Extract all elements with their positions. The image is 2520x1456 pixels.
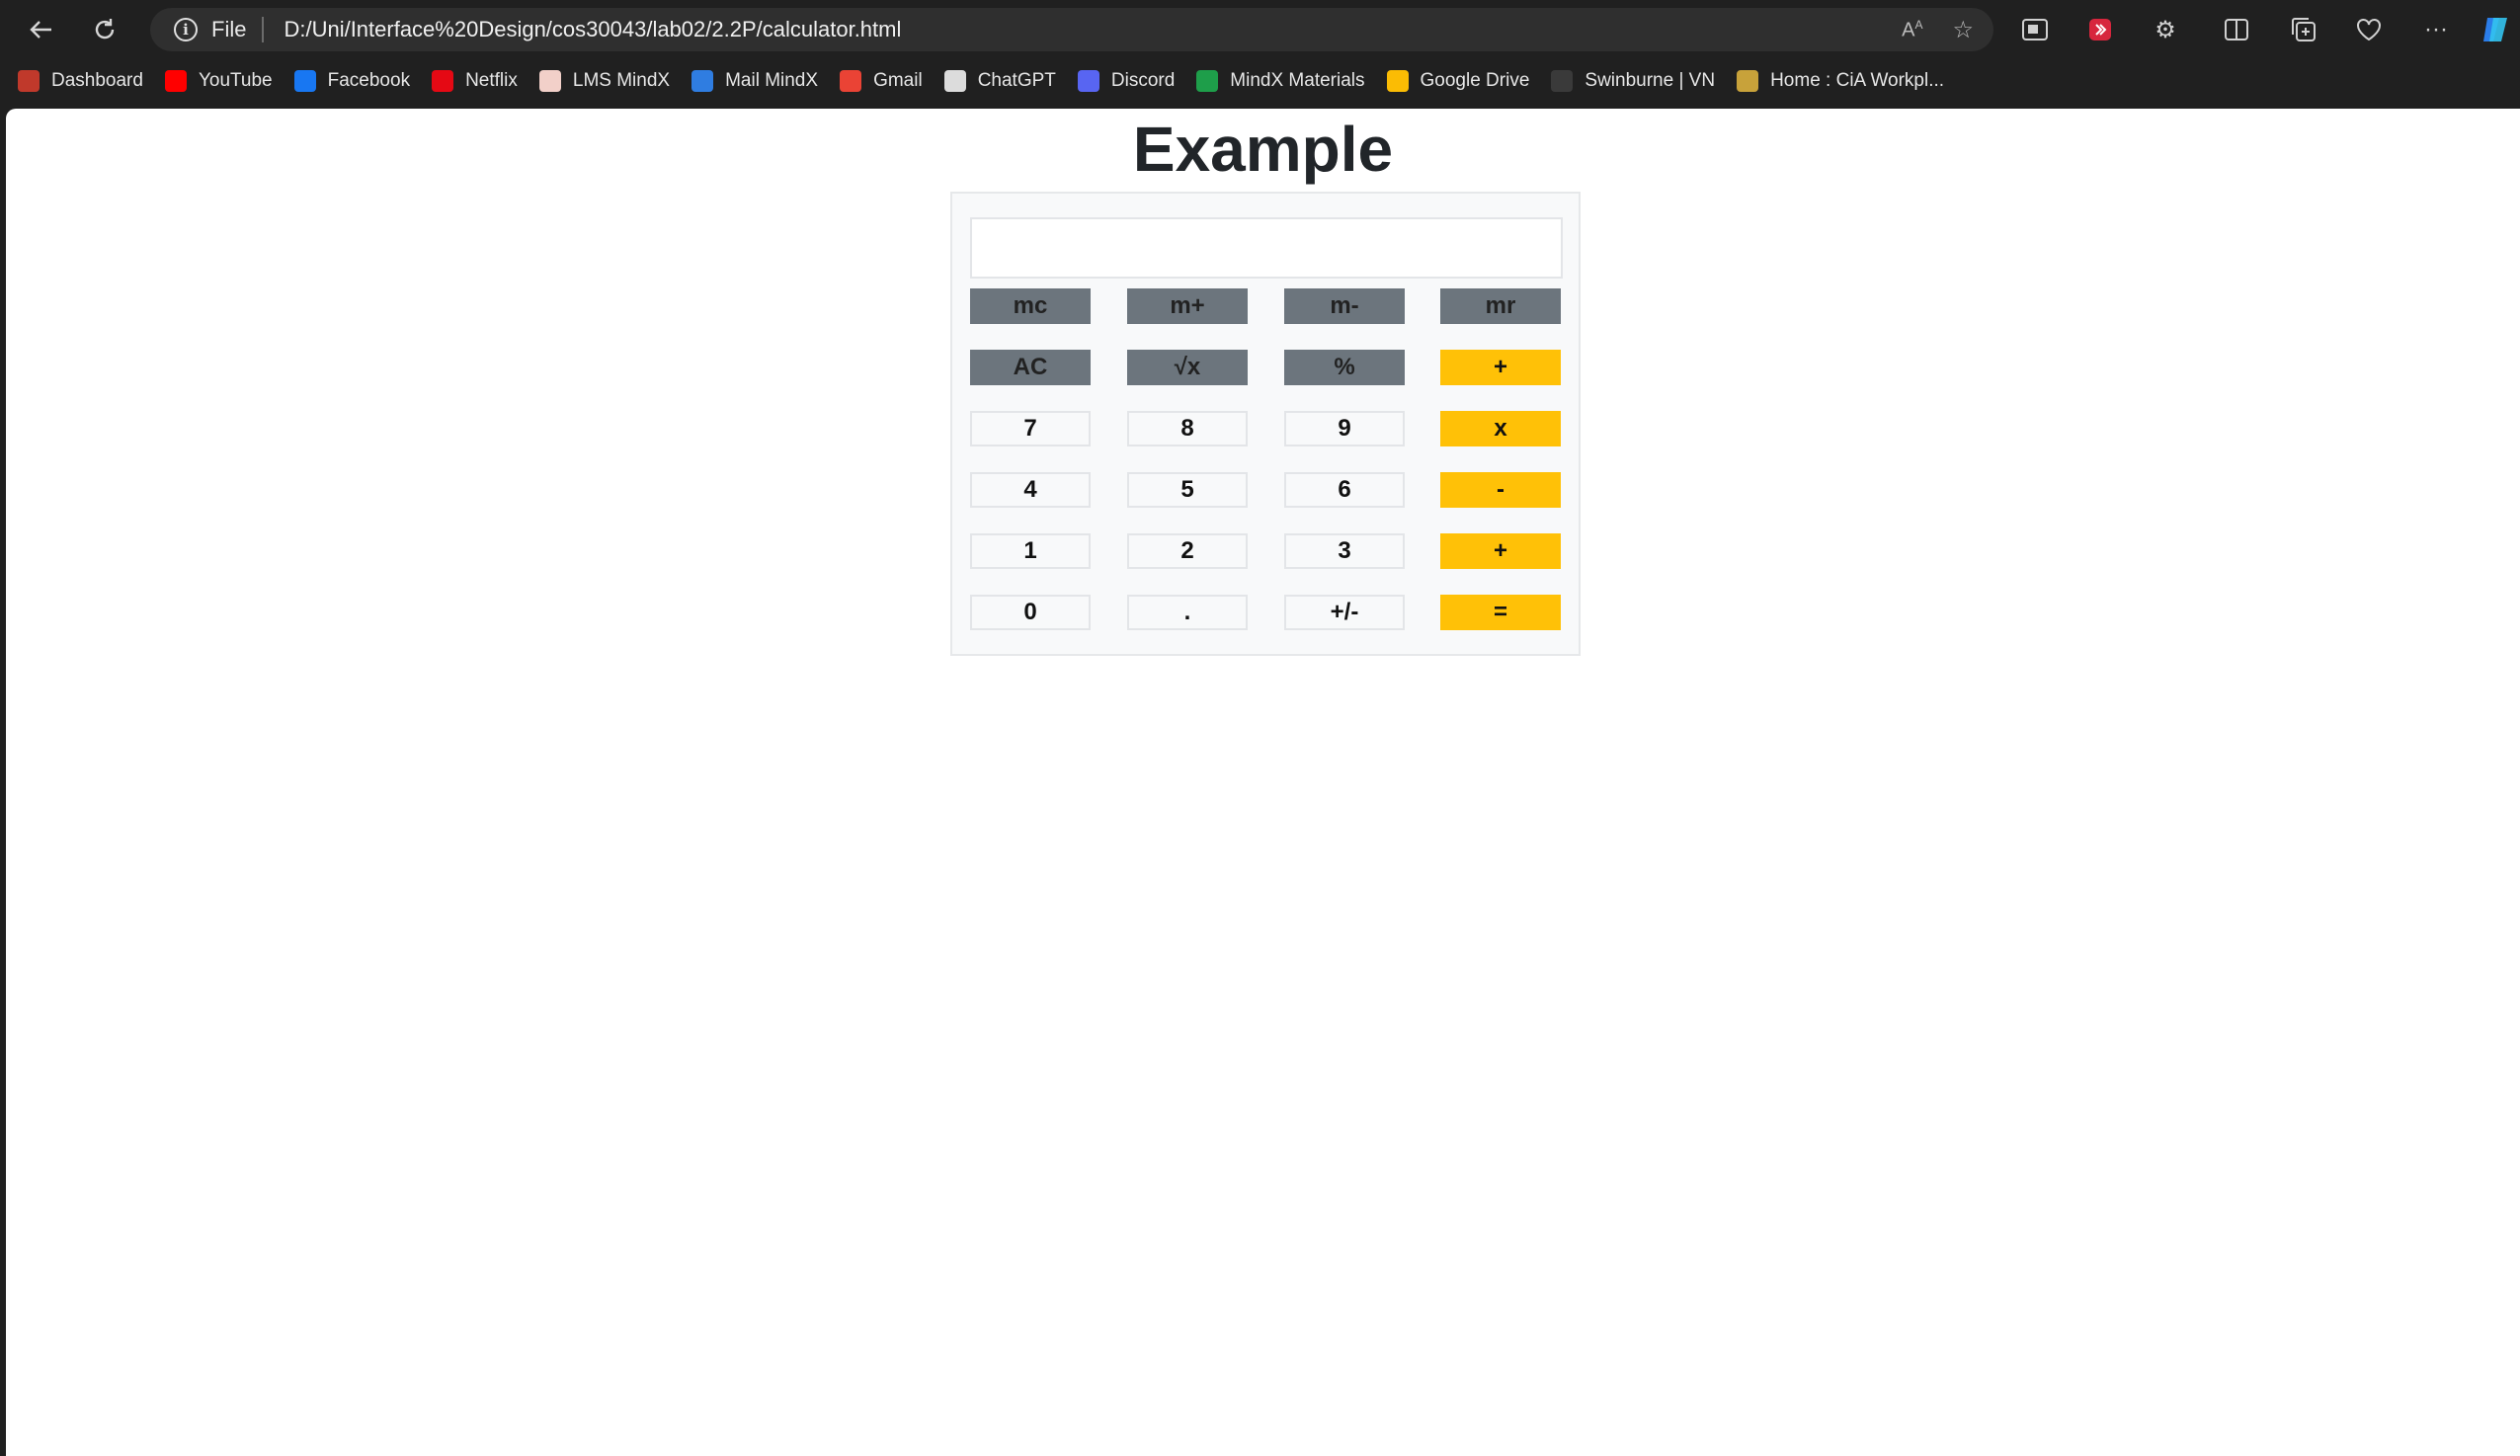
- youtube-icon: [164, 70, 187, 92]
- bookmark-mail-mindx[interactable]: Mail MindX: [691, 70, 818, 92]
- calc-key-r1-c2[interactable]: m+: [1127, 288, 1248, 324]
- bookmarks-bar: Dashboard YouTube Facebook Netflix LMS MindX…: [0, 61, 2520, 101]
- bookmark-google-drive[interactable]: Google Drive: [1386, 70, 1530, 92]
- sheets-icon: [1196, 70, 1219, 92]
- tab-actions-icon[interactable]: [2019, 14, 2051, 45]
- bookmark-facebook[interactable]: Facebook: [293, 70, 411, 92]
- dashboard-icon: [18, 70, 40, 92]
- drive-icon: [1386, 70, 1409, 92]
- bookmark-label: Home : CiA Workpl...: [1770, 70, 1945, 91]
- page-title: Example: [1132, 114, 1394, 185]
- gmail-icon: [840, 70, 862, 92]
- calc-key-r4-c2[interactable]: 5: [1127, 472, 1248, 508]
- bookmark-gmail[interactable]: Gmail: [840, 70, 923, 92]
- bookmark-home-cia-workpl[interactable]: Home : CiA Workpl...: [1737, 70, 1944, 92]
- split-screen-icon[interactable]: [2221, 14, 2252, 45]
- calc-key-r3-c2[interactable]: 8: [1127, 411, 1248, 446]
- calc-key-r4-c4[interactable]: -: [1440, 472, 1561, 508]
- bookmark-youtube[interactable]: YouTube: [164, 70, 273, 92]
- calc-key-r5-c4[interactable]: +: [1440, 533, 1561, 569]
- bookmark-netflix[interactable]: Netflix: [432, 70, 518, 92]
- browser-essentials-icon[interactable]: [2353, 14, 2385, 45]
- calc-key-r2-c2[interactable]: √x: [1127, 350, 1248, 385]
- bookmark-label: Swinburne | VN: [1585, 70, 1716, 91]
- back-arrow-icon[interactable]: [20, 10, 63, 49]
- extensions-puzzle-icon[interactable]: ⚙: [2150, 14, 2181, 45]
- browser-toolbar: i File D:/Uni/Interface%20Design/cos3004…: [0, 0, 2520, 59]
- reload-icon[interactable]: [83, 10, 126, 49]
- calc-key-r3-c4[interactable]: x: [1440, 411, 1561, 446]
- extension-red-icon[interactable]: [2084, 14, 2116, 45]
- bookmark-label: MindX Materials: [1230, 70, 1365, 91]
- bookmark-label: Mail MindX: [725, 70, 819, 91]
- calculator-display[interactable]: [970, 217, 1563, 279]
- calc-key-r3-c3[interactable]: 9: [1284, 411, 1405, 446]
- bookmark-chatgpt[interactable]: ChatGPT: [943, 70, 1056, 92]
- bookmark-discord[interactable]: Discord: [1077, 70, 1176, 92]
- page-icon: [1551, 70, 1574, 92]
- url-text[interactable]: D:/Uni/Interface%20Design/cos30043/lab02…: [284, 17, 901, 42]
- bookmark-label: Netflix: [465, 70, 518, 91]
- bookmark-label: ChatGPT: [977, 70, 1056, 91]
- address-separator: [262, 17, 265, 42]
- favorite-star-icon[interactable]: ☆: [1952, 16, 1974, 44]
- read-aloud-icon[interactable]: AA: [1902, 18, 1922, 42]
- copilot-icon[interactable]: [2479, 14, 2511, 45]
- scheme-label: File: [211, 17, 247, 41]
- chatgpt-icon: [943, 70, 966, 92]
- calc-key-r2-c1[interactable]: AC: [970, 350, 1091, 385]
- calculator: mc m+ m-mr AC √x% +7 8 9 x 4 5 6- 1 2 3 +0. +/- =: [950, 192, 1581, 656]
- calc-key-r2-c4[interactable]: +: [1440, 350, 1561, 385]
- bookmark-label: Gmail: [873, 70, 923, 91]
- calc-key-r6-c3[interactable]: +/-: [1284, 595, 1405, 630]
- calc-key-r2-c3[interactable]: %: [1284, 350, 1405, 385]
- address-bar[interactable]: i File D:/Uni/Interface%20Design/cos3004…: [150, 8, 1993, 51]
- calc-key-r1-c3[interactable]: m-: [1284, 288, 1405, 324]
- bookmark-lms-mindx[interactable]: LMS MindX: [538, 70, 671, 92]
- browser-chrome: i File D:/Uni/Interface%20Design/cos3004…: [0, 0, 2520, 109]
- calc-key-r5-c1[interactable]: 1: [970, 533, 1091, 569]
- calc-key-r1-c4[interactable]: mr: [1440, 288, 1561, 324]
- bookmark-dashboard[interactable]: Dashboard: [18, 70, 143, 92]
- collections-icon[interactable]: [2288, 14, 2319, 45]
- mail-icon: [691, 70, 714, 92]
- calc-key-r6-c1[interactable]: 0: [970, 595, 1091, 630]
- cia-icon: [1737, 70, 1759, 92]
- calc-key-r5-c2[interactable]: 2: [1127, 533, 1248, 569]
- info-icon[interactable]: i: [174, 18, 198, 41]
- calc-key-r5-c3[interactable]: 3: [1284, 533, 1405, 569]
- bookmark-swinburne-vn[interactable]: Swinburne | VN: [1551, 70, 1715, 92]
- page-viewport: Example mc m+ m-mr AC √x% +7 8 9 x 4 5 6- 1 2 3 +0. +/- =: [6, 109, 2520, 1456]
- bookmark-label: Discord: [1110, 70, 1176, 91]
- calc-key-r4-c3[interactable]: 6: [1284, 472, 1405, 508]
- more-options-icon[interactable]: ···: [2420, 14, 2452, 45]
- bookmark-mindx-materials[interactable]: MindX Materials: [1196, 70, 1365, 92]
- calc-key-r6-c4[interactable]: =: [1440, 595, 1561, 630]
- bookmark-label: YouTube: [198, 70, 273, 91]
- calc-key-r3-c1[interactable]: 7: [970, 411, 1091, 446]
- netflix-icon: [432, 70, 454, 92]
- calc-key-r1-c1[interactable]: mc: [970, 288, 1091, 324]
- bookmark-label: LMS MindX: [572, 70, 671, 91]
- calc-key-r6-c2[interactable]: .: [1127, 595, 1248, 630]
- calc-key-r4-c1[interactable]: 4: [970, 472, 1091, 508]
- discord-icon: [1077, 70, 1099, 92]
- facebook-icon: [293, 70, 316, 92]
- bookmark-label: Google Drive: [1420, 70, 1530, 91]
- bookmark-label: Dashboard: [51, 70, 143, 91]
- lms-icon: [538, 70, 561, 92]
- bookmark-label: Facebook: [327, 70, 411, 91]
